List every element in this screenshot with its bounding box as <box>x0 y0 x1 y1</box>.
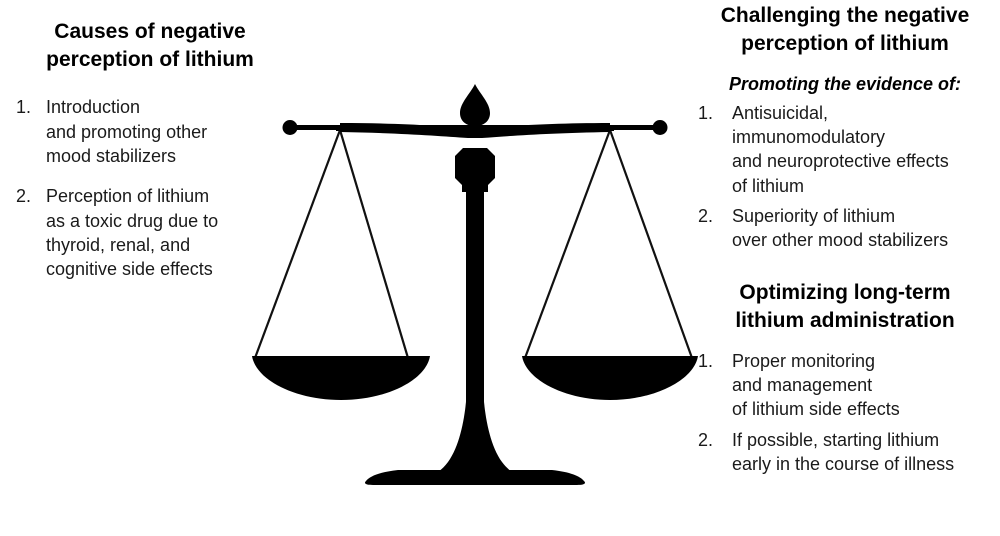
left-pan-cords <box>253 129 410 359</box>
list-item-line: of lithium <box>732 175 805 196</box>
scale-finial-stem <box>469 120 481 132</box>
left-heading-line-1: Causes of negative <box>54 20 246 43</box>
right-list-container: 1. Antisuicidal, immunomodulatory and ne… <box>690 101 1000 253</box>
scale-right-pan <box>522 356 698 400</box>
list-item-line: Superiority of lithium <box>732 206 896 227</box>
list-item-line: Proper monitoring <box>732 350 876 371</box>
scale-left-pan <box>252 356 430 400</box>
list-item: 1. Antisuicidal, immunomodulatory and ne… <box>690 101 1000 198</box>
list-item-number: 2. <box>16 186 32 207</box>
list-item-line: over other mood stabilizers <box>732 230 949 251</box>
list-item-line: Antisuicidal, <box>732 102 829 123</box>
right-heading-line-2: perception of lithium <box>741 31 949 55</box>
list-item-text: Superiority of lithium over other mood s… <box>732 204 1000 253</box>
balance-scale-icon <box>252 84 698 485</box>
list-item-number: 2. <box>698 429 714 450</box>
list-item: 2. Superiority of lithium over other moo… <box>690 204 1000 253</box>
figure-root: Causes of negative perception of lithium… <box>0 0 1000 536</box>
right-heading: Challenging the negative perception of l… <box>690 2 1000 57</box>
left-heading-line-2: perception of lithium <box>46 47 254 71</box>
scale-neck-shaft <box>462 178 488 192</box>
right-numbered-list-1: 1. Antisuicidal, immunomodulatory and ne… <box>690 101 1000 253</box>
scale-finial <box>460 84 490 126</box>
list-item-line: and management <box>732 375 873 396</box>
list-item-number: 2. <box>698 206 714 227</box>
list-item-line: If possible, starting lithium <box>732 429 940 450</box>
list-item-text: If possible, starting lithium early in t… <box>732 428 1000 477</box>
list-item-line: of lithium side effects <box>732 399 900 420</box>
left-heading: Causes of negative perception of lithium <box>0 18 300 73</box>
list-item-line: and neuroprotective effects <box>732 151 949 172</box>
right-heading-2-line-2: lithium administration <box>735 308 955 332</box>
right-heading-2-line-1: Optimizing long-term <box>739 280 951 304</box>
list-item: 2. If possible, starting lithium early i… <box>690 428 1000 477</box>
right-column: Challenging the negative perception of l… <box>690 2 1000 482</box>
scale-beam-right-arm <box>602 125 660 130</box>
list-item-text: Proper monitoring and management of lith… <box>732 349 1000 422</box>
right-list-container-2: 1. Proper monitoring and management of l… <box>690 349 1000 476</box>
list-item-number: 1. <box>16 97 32 118</box>
scale-column <box>398 170 552 482</box>
list-item-line: immunomodulatory <box>732 127 886 148</box>
scale-beam-left-arm <box>290 125 348 130</box>
list-item-number: 1. <box>698 350 714 371</box>
list-item-number: 1. <box>698 102 714 123</box>
right-heading-line-1: Challenging the negative <box>720 4 970 27</box>
list-item: 1. Proper monitoring and management of l… <box>690 349 1000 422</box>
list-item-line: early in the course of illness <box>732 454 955 475</box>
right-numbered-list-2: 1. Proper monitoring and management of l… <box>690 349 1000 476</box>
list-item-text: Antisuicidal, immunomodulatory and neuro… <box>732 101 1000 198</box>
right-subheading: Promoting the evidence of: <box>728 74 962 95</box>
balance-scale-illustration <box>240 70 710 500</box>
right-pan-cords <box>523 129 694 359</box>
right-heading-2: Optimizing long-term lithium administrat… <box>690 279 1000 335</box>
